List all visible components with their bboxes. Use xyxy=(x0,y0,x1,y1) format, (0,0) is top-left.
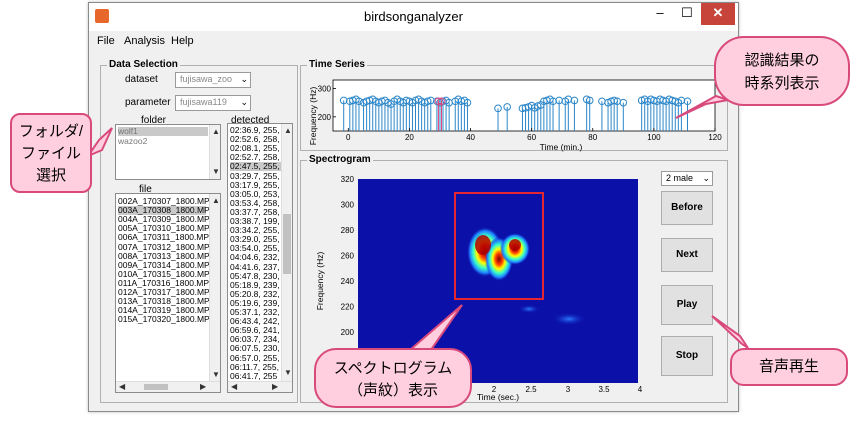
detected-listbox[interactable]: 02:36.9, 255, 02:52.6, 258, 02:08.1, 255, 0… xyxy=(227,123,293,393)
scroll-right-icon[interactable]: ▶ xyxy=(200,382,206,391)
folder-item[interactable]: wazoo2 xyxy=(118,137,147,146)
detected-scroll-thumb[interactable] xyxy=(283,214,291,274)
close-button[interactable]: ✕ xyxy=(701,3,735,25)
spec-ytick-label: 320 xyxy=(341,175,355,184)
scroll-left-icon[interactable]: ◀ xyxy=(119,382,125,391)
spec-xtick-label: 4 xyxy=(638,385,643,394)
ts-xtick-label: 60 xyxy=(527,133,536,142)
maximize-button[interactable]: ☐ xyxy=(674,3,700,25)
minimize-button[interactable]: – xyxy=(647,3,673,25)
scroll-down-icon[interactable]: ▼ xyxy=(212,370,220,379)
dataset-label: dataset xyxy=(125,74,158,85)
spec-xtick-label: 3 xyxy=(566,385,571,394)
parameter-dropdown[interactable]: fujisawa119 ⌄ xyxy=(175,95,251,111)
parameter-value: fujisawa119 xyxy=(180,97,227,107)
sex-value: 2 male xyxy=(666,173,694,183)
callout-spectrogram: スペクトログラム （声紋）表示 xyxy=(314,348,472,408)
spec-xtick-label: 3.5 xyxy=(598,385,610,394)
spectrogram-blob xyxy=(519,305,539,313)
spec-xlabel: Time (sec.) xyxy=(477,392,519,402)
next-button[interactable]: Next xyxy=(661,238,713,272)
scroll-up-icon[interactable]: ▲ xyxy=(284,126,292,135)
scroll-down-icon[interactable]: ▼ xyxy=(212,167,220,176)
ts-xlabel: Time (min.) xyxy=(540,142,583,152)
data-selection-title: Data Selection xyxy=(107,59,180,70)
scroll-right-icon[interactable]: ▶ xyxy=(272,382,278,391)
file-hscroll-thumb[interactable] xyxy=(144,384,168,390)
ts-xtick-label: 20 xyxy=(405,133,414,142)
spec-ylabel: Frequency (Hz) xyxy=(315,252,325,311)
scroll-up-icon[interactable]: ▲ xyxy=(212,127,220,136)
callout-playback: 音声再生 xyxy=(730,348,848,386)
spec-ytick-label: 200 xyxy=(341,328,355,337)
before-button[interactable]: Before xyxy=(661,191,713,225)
spec-ytick-label: 300 xyxy=(341,201,355,210)
sex-dropdown[interactable]: 2 male ⌄ xyxy=(661,171,713,186)
spectrogram-blob xyxy=(475,235,491,255)
chevron-down-icon: ⌄ xyxy=(702,173,710,183)
ts-xtick-label: 0 xyxy=(346,133,351,142)
spec-ytick-label: 280 xyxy=(341,226,355,235)
scroll-down-icon[interactable]: ▼ xyxy=(284,368,292,377)
time-series-panel: Time Series Frequency (Hz) Time (min.) 0… xyxy=(300,59,729,152)
ts-xtick-label: 100 xyxy=(647,133,661,142)
ts-xtick-label: 40 xyxy=(466,133,475,142)
chevron-down-icon: ⌄ xyxy=(240,74,248,84)
callout-folder-file: フォルダ/ ファイル 選択 xyxy=(10,113,92,193)
callout-time-series: 認識結果の 時系列表示 xyxy=(714,36,850,106)
spec-xtick-label: 2 xyxy=(492,385,497,394)
folder-listbox[interactable]: wolf1 wazoo2 ▲ ▼ xyxy=(115,124,221,180)
ts-xtick-label: 120 xyxy=(708,133,722,142)
menu-file[interactable]: File xyxy=(97,35,115,47)
spec-ytick-label: 220 xyxy=(341,303,355,312)
menu-bar: File Analysis Help xyxy=(89,31,738,53)
stop-button[interactable]: Stop xyxy=(661,336,713,376)
ts-ytick-label: 200 xyxy=(318,113,332,122)
file-listbox[interactable]: 002A_170307_1800.MP3 003A_170308_1800.MP3… xyxy=(115,193,221,393)
file-list-item[interactable]: 015A_170320_1800.MP3 xyxy=(118,315,214,324)
ts-ytick-label: 300 xyxy=(318,85,332,94)
detected-list-item[interactable]: 06:41.7, 255 xyxy=(230,371,282,381)
chevron-down-icon: ⌄ xyxy=(240,97,248,107)
scroll-up-icon[interactable]: ▲ xyxy=(212,196,220,205)
window-title: birdsonganalyzer xyxy=(363,9,463,24)
dataset-value: fujisawa_zoo xyxy=(180,74,233,84)
spec-ytick-label: 260 xyxy=(341,252,355,261)
spec-xtick-label: 2.5 xyxy=(525,385,537,394)
spec-ytick-label: 240 xyxy=(341,277,355,286)
folder-item[interactable]: wolf1 xyxy=(118,127,208,136)
detected-hscrollbar[interactable]: ◀ ▶ xyxy=(228,381,292,392)
ts-xtick-label: 80 xyxy=(588,133,597,142)
ts-ylabel: Frequency (Hz) xyxy=(308,87,318,146)
file-vscrollbar[interactable]: ▲ ▼ xyxy=(209,194,220,382)
file-hscrollbar[interactable]: ◀ ▶ xyxy=(116,381,220,392)
play-button[interactable]: Play xyxy=(661,285,713,325)
data-selection-panel: Data Selection dataset fujisawa_zoo ⌄ pa… xyxy=(100,59,298,403)
menu-analysis[interactable]: Analysis xyxy=(124,35,165,47)
scroll-left-icon[interactable]: ◀ xyxy=(231,382,237,391)
spectrogram-blob xyxy=(509,239,521,251)
parameter-label: parameter xyxy=(125,97,171,108)
dataset-dropdown[interactable]: fujisawa_zoo ⌄ xyxy=(175,72,251,88)
title-bar: birdsonganalyzer – ☐ ✕ xyxy=(89,3,738,31)
spectrogram-blob xyxy=(553,313,585,325)
time-series-plot[interactable]: Frequency (Hz) Time (min.) 0 20 40 60 80 100 1… xyxy=(301,66,729,152)
detected-scrollbar[interactable]: ▲ ▼ xyxy=(281,124,292,382)
menu-help[interactable]: Help xyxy=(171,35,194,47)
folder-scrollbar[interactable]: ▲ ▼ xyxy=(209,125,220,179)
